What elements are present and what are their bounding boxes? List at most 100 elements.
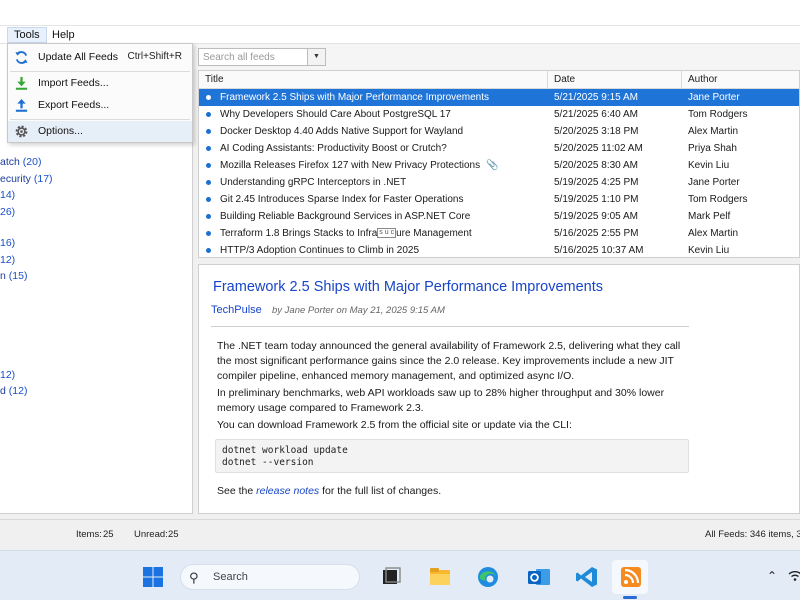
- menu-item-label: Import Feeds...: [38, 77, 109, 89]
- feed-count: (15): [8, 270, 28, 282]
- row-title: Building Reliable Background Services in…: [220, 211, 471, 222]
- rss-reader-icon[interactable]: [618, 564, 644, 590]
- feed-name: d: [0, 385, 6, 397]
- outlook-icon[interactable]: [526, 564, 552, 590]
- vscode-icon[interactable]: [574, 564, 600, 590]
- article-title[interactable]: Framework 2.5 Ships with Major Performan…: [213, 279, 603, 295]
- status-bar: Items: 25 Unread: 25 All Feeds: 346 item…: [0, 519, 800, 547]
- row-title: AI Coding Assistants: Productivity Boost…: [220, 143, 447, 154]
- row-title-wrap: Mozilla Releases Firefox 127 with New Pr…: [220, 157, 499, 174]
- feed-count: (20): [22, 156, 42, 168]
- menu-separator: [10, 71, 190, 72]
- unread-dot-icon: [206, 248, 211, 253]
- row-date: 5/20/2025 11:02 AM: [554, 143, 643, 154]
- row-date: 5/16/2025 2:55 PM: [554, 228, 639, 239]
- footer-text: See the: [217, 485, 257, 497]
- taskbar: ⚲ Search ⌃: [0, 550, 800, 600]
- feed-count: 14): [0, 189, 16, 201]
- wifi-icon[interactable]: [788, 568, 800, 582]
- search-icon: ⚲: [189, 570, 199, 585]
- unread-dot-icon: [206, 214, 211, 219]
- unread-dot-icon: [206, 163, 211, 168]
- feed-item[interactable]: d (12): [0, 385, 27, 397]
- taskbar-search[interactable]: ⚲ Search: [180, 564, 360, 590]
- task-view-icon[interactable]: [378, 564, 404, 590]
- active-app-indicator: [623, 596, 637, 599]
- article-row[interactable]: Terraform 1.8 Brings Stacks to Infra s u …: [199, 225, 799, 242]
- row-author: Kevin Liu: [688, 245, 730, 256]
- menu-tools[interactable]: Tools: [7, 27, 47, 43]
- menu-bar: Tools Help: [0, 26, 800, 44]
- column-header-author[interactable]: Author: [682, 71, 799, 89]
- menu-help[interactable]: Help: [45, 27, 82, 43]
- status-unread-value: 25: [168, 529, 179, 540]
- unread-dot-icon: [206, 146, 211, 151]
- unread-dot-icon: [206, 112, 211, 117]
- menu-item-label: Options...: [38, 125, 83, 137]
- menu-item-import-feeds[interactable]: Import Feeds...: [8, 73, 192, 94]
- menu-item-options[interactable]: Options...: [8, 121, 192, 142]
- column-header-title[interactable]: Title: [199, 71, 548, 89]
- article-row[interactable]: AI Coding Assistants: Productivity Boost…: [199, 140, 799, 157]
- tools-menu: Update All Feeds Ctrl+Shift+R Import Fee…: [7, 43, 193, 143]
- file-explorer-icon[interactable]: [427, 564, 453, 590]
- search-input[interactable]: [199, 49, 307, 65]
- row-author: Mark Pelf: [688, 211, 731, 222]
- article-row[interactable]: Docker Desktop 4.40 Adds Native Support …: [199, 123, 799, 140]
- paperclip-icon: 📎: [486, 160, 499, 171]
- search-dropdown-button[interactable]: ▼: [307, 49, 325, 65]
- row-author: Priya Shah: [688, 143, 737, 154]
- feed-item[interactable]: n (15): [0, 270, 27, 282]
- article-row[interactable]: Mozilla Releases Firefox 127 with New Pr…: [199, 157, 799, 174]
- article-source[interactable]: TechPulse: [211, 304, 262, 316]
- row-title: Git 2.45 Introduces Sparse Index for Fas…: [220, 194, 464, 205]
- row-author: Kevin Liu: [688, 160, 730, 171]
- import-icon: [15, 76, 28, 90]
- row-title: Mozilla Releases Firefox 127 with New Pr…: [220, 160, 481, 171]
- article-row[interactable]: Git 2.45 Introduces Sparse Index for Fas…: [199, 191, 799, 208]
- row-author: Tom Rodgers: [688, 109, 748, 120]
- feed-item[interactable]: 14): [0, 189, 15, 201]
- row-title-part: Terraform 1.8 Brings Stacks to Infra: [220, 228, 378, 239]
- feed-name: n: [0, 270, 6, 282]
- article-row[interactable]: HTTP/3 Adoption Continues to Climb in 20…: [199, 242, 799, 257]
- row-date: 5/21/2025 9:15 AM: [554, 92, 638, 103]
- row-title-part: ure Management: [396, 228, 472, 239]
- edge-browser-icon[interactable]: [475, 564, 501, 590]
- article-row[interactable]: Framework 2.5 Ships with Major Performan…: [199, 89, 799, 106]
- feed-item[interactable]: 26): [0, 206, 15, 218]
- feed-name: ecurity: [0, 173, 31, 185]
- row-author: Tom Rodgers: [688, 194, 748, 205]
- article-row[interactable]: Building Reliable Background Services in…: [199, 208, 799, 225]
- windows-start-icon[interactable]: [140, 564, 166, 590]
- release-notes-link[interactable]: release notes: [256, 485, 319, 497]
- feed-count: 12): [0, 369, 16, 381]
- row-author: Alex Martin: [688, 126, 739, 137]
- article-row[interactable]: Understanding gRPC Interceptors in .NET …: [199, 174, 799, 191]
- feed-item[interactable]: ecurity (17): [0, 173, 53, 185]
- article-list: Title Date Author Framework 2.5 Ships wi…: [198, 70, 800, 258]
- footer-text: for the full list of changes.: [319, 485, 442, 497]
- row-title: Framework 2.5 Ships with Major Performan…: [220, 92, 489, 103]
- row-title: Understanding gRPC Interceptors in .NET: [220, 177, 407, 188]
- article-paragraph: You can download Framework 2.5 from the …: [217, 419, 572, 431]
- row-date: 5/21/2025 6:40 AM: [554, 109, 638, 120]
- unread-dot-icon: [206, 197, 211, 202]
- gear-icon: [15, 125, 28, 138]
- feed-count: 16): [0, 237, 16, 249]
- menu-item-export-feeds[interactable]: Export Feeds...: [8, 95, 192, 116]
- feed-name: atch: [0, 156, 20, 168]
- menu-item-update-all-feeds[interactable]: Update All Feeds Ctrl+Shift+R: [8, 47, 192, 68]
- feed-item[interactable]: 16): [0, 237, 15, 249]
- column-header-date[interactable]: Date: [548, 71, 682, 89]
- status-items-value: 25: [103, 529, 114, 540]
- title-bar: [0, 0, 800, 26]
- feed-item[interactable]: atch (20): [0, 156, 41, 168]
- code-block: dotnet workload update dotnet --version: [215, 439, 689, 473]
- feed-item[interactable]: 12): [0, 254, 15, 266]
- article-row[interactable]: Why Developers Should Care About Postgre…: [199, 106, 799, 123]
- chevron-up-icon[interactable]: ⌃: [767, 569, 777, 583]
- search-box[interactable]: ▼: [198, 48, 326, 66]
- feed-item[interactable]: 12): [0, 369, 15, 381]
- status-unread-label: Unread:: [134, 529, 168, 540]
